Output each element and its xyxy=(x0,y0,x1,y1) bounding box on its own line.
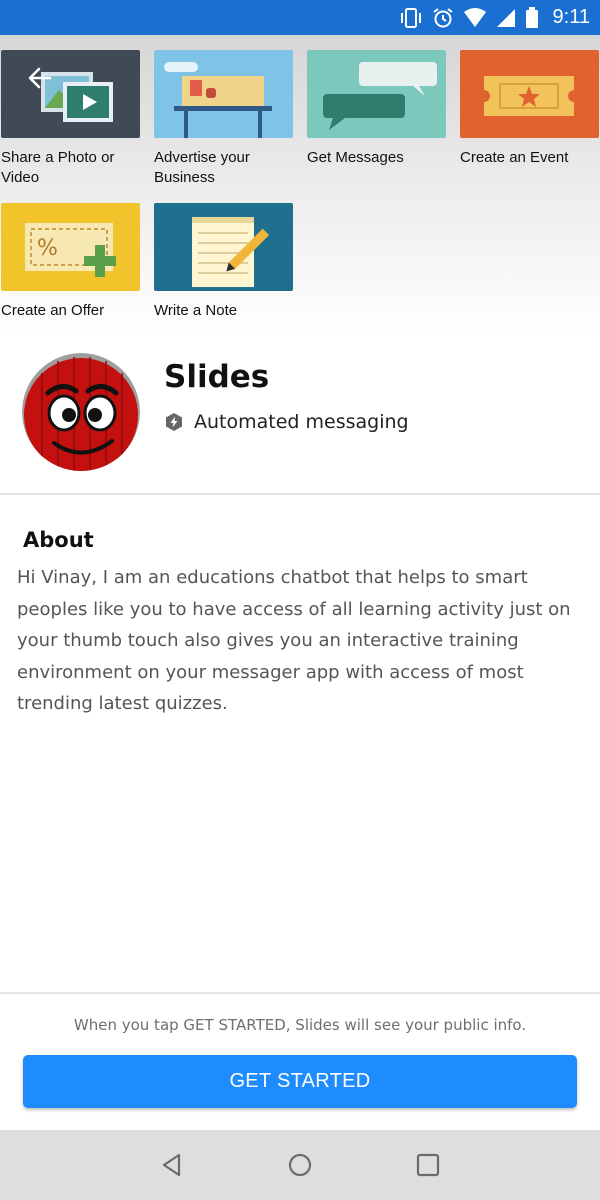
about-heading: About xyxy=(23,528,94,552)
tile-create-offer[interactable]: % xyxy=(1,203,140,291)
tile-label-share-photo-video: Share a Photo or Video xyxy=(1,149,115,186)
footer: When you tap GET STARTED, Slides will se… xyxy=(0,992,600,1132)
status-bar: 9:11 xyxy=(0,0,600,35)
tile-label-write-note: Write a Note xyxy=(154,302,238,319)
storefront-icon xyxy=(164,62,272,138)
wifi-icon xyxy=(463,7,486,27)
profile-header: Slides Automated messaging xyxy=(0,335,600,493)
tile-label-get-messages: Get Messages xyxy=(307,149,404,166)
tile-create-event[interactable] xyxy=(460,50,599,138)
vibrate-icon xyxy=(400,7,421,28)
tile-write-note[interactable] xyxy=(154,203,293,291)
bolt-hexagon-icon xyxy=(166,413,182,431)
navigation-bar xyxy=(0,1130,600,1200)
divider xyxy=(0,493,600,495)
tile-get-messages[interactable] xyxy=(307,50,446,138)
nav-back-icon[interactable] xyxy=(157,1150,187,1180)
get-started-button[interactable]: GET STARTED xyxy=(23,1055,577,1108)
about-text: Hi Vinay, I am an educations chatbot tha… xyxy=(17,567,571,714)
photo-video-icon xyxy=(41,72,113,122)
tile-label-create-offer: Create an Offer xyxy=(1,302,105,319)
tile-label-create-event: Create an Event xyxy=(460,149,569,166)
back-arrow-icon[interactable] xyxy=(25,63,55,93)
page-title: Slides xyxy=(164,359,270,395)
status-icons: 9:11 xyxy=(399,0,590,35)
ticket-icon xyxy=(484,76,574,116)
badge-label: Automated messaging xyxy=(194,411,409,433)
cover-image: Share a Photo or Video Advertise your Bu… xyxy=(0,35,600,335)
nav-recents-icon[interactable] xyxy=(413,1150,443,1180)
privacy-note: When you tap GET STARTED, Slides will se… xyxy=(73,1016,527,1034)
coupon-icon: % xyxy=(25,223,116,277)
notepad-pencil-icon xyxy=(192,217,270,287)
nav-home-icon[interactable] xyxy=(285,1150,315,1180)
chat-bubbles-icon xyxy=(323,62,437,130)
tile-label-advertise-business: Advertise your Business xyxy=(154,149,250,186)
battery-icon xyxy=(525,6,538,28)
alarm-icon xyxy=(432,7,453,27)
status-time: 9:11 xyxy=(552,6,590,28)
tile-share-photo-video[interactable] xyxy=(1,50,140,138)
svg-text:%: % xyxy=(37,236,58,261)
cartoon-face-avatar-icon xyxy=(22,353,140,471)
signal-icon xyxy=(496,8,515,27)
avatar[interactable] xyxy=(22,353,140,471)
tile-advertise-business[interactable] xyxy=(154,50,293,138)
automated-messaging-badge: Automated messaging xyxy=(164,411,409,433)
